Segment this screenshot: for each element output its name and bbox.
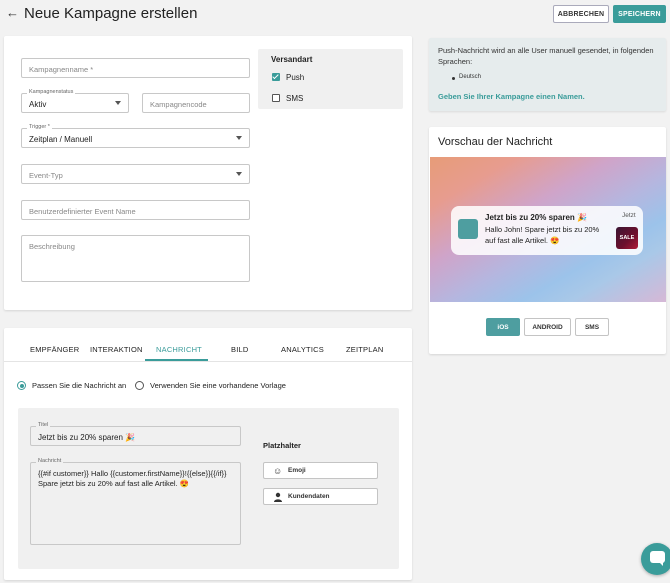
push-checkbox[interactable] xyxy=(272,73,280,81)
description-textarea[interactable]: Beschreibung xyxy=(21,235,250,282)
tab-interaktion[interactable]: INTERAKTION xyxy=(90,345,143,354)
event-type-placeholder: Event-Typ xyxy=(29,171,63,180)
campaign-status-value: Aktiv xyxy=(29,100,47,109)
chevron-down-icon xyxy=(115,101,121,105)
trigger-value: Zeitplan / Manuell xyxy=(29,135,93,144)
body-line-2: Spare jetzt bis zu 20% auf fast alle Art… xyxy=(38,479,190,488)
app-icon xyxy=(458,219,478,239)
bullet-icon xyxy=(452,77,455,80)
message-title-input[interactable]: Titel Jetzt bis zu 20% sparen 🎉 xyxy=(30,422,241,446)
title-value: Jetzt bis zu 20% sparen 🎉 xyxy=(38,433,136,442)
tab-analytics[interactable]: ANALYTICS xyxy=(281,345,324,354)
notification-time: Jetzt xyxy=(622,212,636,219)
radio-template[interactable] xyxy=(135,381,144,390)
emoji-label: Emoji xyxy=(288,467,306,474)
campaign-name-placeholder: Kampagnenname * xyxy=(29,65,94,74)
sale-image: SALE xyxy=(616,227,638,249)
custom-event-placeholder: Benutzerdefinierter Event Name xyxy=(29,207,136,216)
customer-data-button[interactable]: Kundendaten xyxy=(263,488,378,505)
campaign-code-input[interactable]: Kampagnencode xyxy=(142,93,250,113)
tabs-divider xyxy=(4,361,412,362)
sms-label: SMS xyxy=(286,94,304,103)
os-sms-button[interactable]: SMS xyxy=(575,318,609,336)
preview-title: Vorschau der Nachricht xyxy=(438,136,553,148)
notification-title: Jetzt bis zu 20% sparen 🎉 xyxy=(485,213,587,222)
chat-icon xyxy=(650,551,665,566)
push-label: Push xyxy=(286,73,305,82)
chevron-down-icon xyxy=(236,172,242,176)
notification-body: Hallo John! Spare jetzt bis zu 20% auf f… xyxy=(485,225,600,245)
body-label: Nachricht xyxy=(36,458,64,464)
campaign-status-label: Kampagnenstatus xyxy=(27,89,76,95)
title-label: Titel xyxy=(36,422,51,428)
radio-custom-message[interactable] xyxy=(17,381,26,390)
save-button[interactable]: SPEICHERN xyxy=(613,5,666,23)
tab-bild[interactable]: BILD xyxy=(231,345,248,354)
cancel-button[interactable]: ABBRECHEN xyxy=(553,5,609,23)
info-text: Push-Nachricht wird an alle User manuell… xyxy=(438,46,654,66)
body-line-1: {{#if customer}} Hallo {{customer.firstN… xyxy=(38,469,227,478)
emoji-button[interactable]: ☺ Emoji xyxy=(263,462,378,479)
trigger-label: Trigger * xyxy=(27,124,52,130)
info-link[interactable]: Geben Sie Ihrer Kampagne einen Namen. xyxy=(438,92,585,101)
placeholder-title: Platzhalter xyxy=(263,441,301,450)
os-android-button[interactable]: ANDROID xyxy=(524,318,571,336)
page-title: Neue Kampagne erstellen xyxy=(24,5,198,22)
smiley-icon: ☺ xyxy=(273,466,283,476)
info-language: Deutsch xyxy=(459,74,482,80)
active-tab-indicator xyxy=(145,359,208,361)
os-ios-button[interactable]: iOS xyxy=(486,318,520,336)
customer-data-label: Kundendaten xyxy=(288,493,330,500)
person-icon xyxy=(273,492,283,502)
message-body-textarea[interactable]: Nachricht {{#if customer}} Hallo {{custo… xyxy=(30,458,241,545)
description-placeholder: Beschreibung xyxy=(29,242,75,251)
custom-event-input[interactable]: Benutzerdefinierter Event Name xyxy=(21,200,250,220)
chevron-down-icon xyxy=(236,136,242,140)
radio-custom-label: Passen Sie die Nachricht an xyxy=(32,381,127,390)
campaign-code-placeholder: Kampagnencode xyxy=(150,100,207,109)
radio-template-label: Verwenden Sie eine vorhandene Vorlage xyxy=(150,381,286,390)
tab-empfaenger[interactable]: EMPFÄNGER xyxy=(30,345,79,354)
versandart-title: Versandart xyxy=(271,55,313,64)
tab-zeitplan[interactable]: ZEITPLAN xyxy=(346,345,383,354)
campaign-status-select[interactable]: Kampagnenstatus Aktiv xyxy=(21,89,129,113)
campaign-name-input[interactable]: Kampagnenname * xyxy=(21,58,250,78)
sms-checkbox[interactable] xyxy=(272,94,280,102)
back-arrow-icon[interactable]: ← xyxy=(6,6,19,20)
trigger-select[interactable]: Trigger * Zeitplan / Manuell xyxy=(21,124,250,148)
event-type-select[interactable]: Event-Typ xyxy=(21,164,250,184)
tab-nachricht[interactable]: NACHRICHT xyxy=(156,345,202,354)
